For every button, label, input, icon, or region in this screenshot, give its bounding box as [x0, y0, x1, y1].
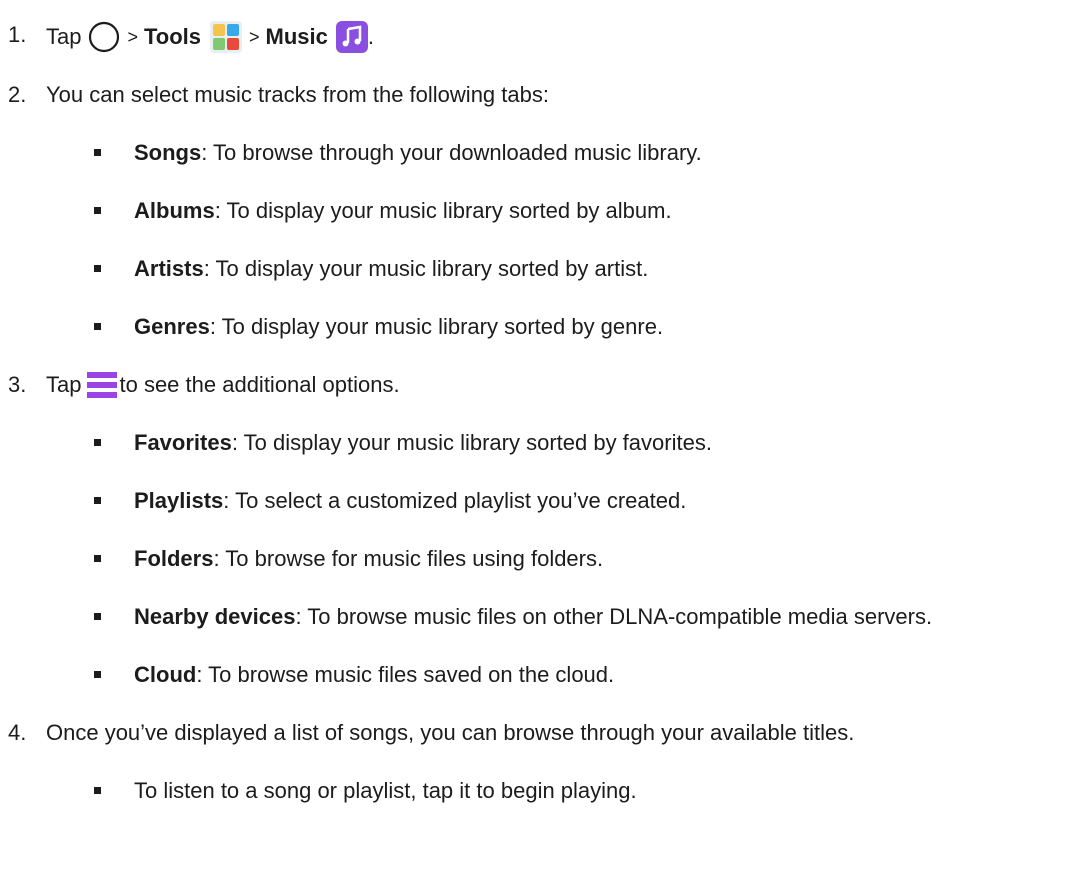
- tools-folder-icon: [210, 21, 243, 53]
- music-app-icon: [335, 21, 368, 53]
- item-term: Cloud: [134, 662, 197, 687]
- step-text-tap: Tap: [46, 24, 82, 49]
- step-number: 1.: [8, 22, 27, 47]
- item-term: Folders: [134, 546, 214, 571]
- item-term: Playlists: [134, 488, 224, 513]
- item-desc: : To select a customized playlist you’ve…: [223, 488, 687, 513]
- bullet-icon: [94, 439, 101, 446]
- document-page: { "steps": [ { "num": "1.", "tap": "Tap"…: [0, 0, 1076, 874]
- item-desc: To listen to a song or playlist, tap it …: [134, 778, 637, 803]
- bullet-icon: [94, 671, 101, 678]
- step-text: Tap > Tools > Music .: [46, 20, 374, 54]
- bullet-icon: [94, 323, 101, 330]
- bullet-icon: [94, 207, 101, 214]
- bullet-icon: [94, 265, 101, 272]
- item-desc: : To display your music library sorted b…: [231, 430, 712, 455]
- item-desc: : To browse for music files using folder…: [213, 546, 604, 571]
- step-text: Tap to see the additional options.: [46, 370, 400, 400]
- music-label: Music: [265, 24, 328, 49]
- step-number: 2.: [8, 82, 27, 107]
- item-desc: : To browse music files on other DLNA-co…: [295, 604, 933, 629]
- step-text: You can select music tracks from the fol…: [46, 82, 549, 107]
- bullet-icon: [94, 149, 101, 156]
- tools-label: Tools: [144, 24, 202, 49]
- item-term: Favorites: [134, 430, 232, 455]
- step-text: Once you’ve displayed a list of songs, y…: [46, 720, 855, 745]
- item-desc: : To display your music library sorted b…: [209, 314, 664, 339]
- step-number: 4.: [8, 720, 27, 745]
- step-number: 3.: [8, 372, 27, 397]
- item-desc: : To display your music library sorted b…: [214, 198, 672, 223]
- period: .: [367, 24, 375, 49]
- step-text-after: to see the additional options.: [119, 372, 400, 397]
- item-term: Songs: [134, 140, 202, 165]
- separator: >: [127, 27, 138, 47]
- item-term: Artists: [134, 256, 204, 281]
- home-circle-icon: [89, 21, 120, 53]
- bullet-icon: [94, 613, 101, 620]
- step-text-tap: Tap: [46, 372, 82, 397]
- item-term: Albums: [134, 198, 215, 223]
- item-term: Genres: [134, 314, 210, 339]
- bullet-icon: [94, 787, 101, 794]
- item-desc: : To display your music library sorted b…: [203, 256, 649, 281]
- item-term: Nearby devices: [134, 604, 296, 629]
- bullet-icon: [94, 555, 101, 562]
- item-desc: : To browse through your downloaded musi…: [201, 140, 702, 165]
- separator: >: [249, 27, 260, 47]
- bullet-icon: [94, 497, 101, 504]
- item-desc: : To browse music files saved on the clo…: [196, 662, 615, 687]
- menu-icon: [87, 372, 118, 398]
